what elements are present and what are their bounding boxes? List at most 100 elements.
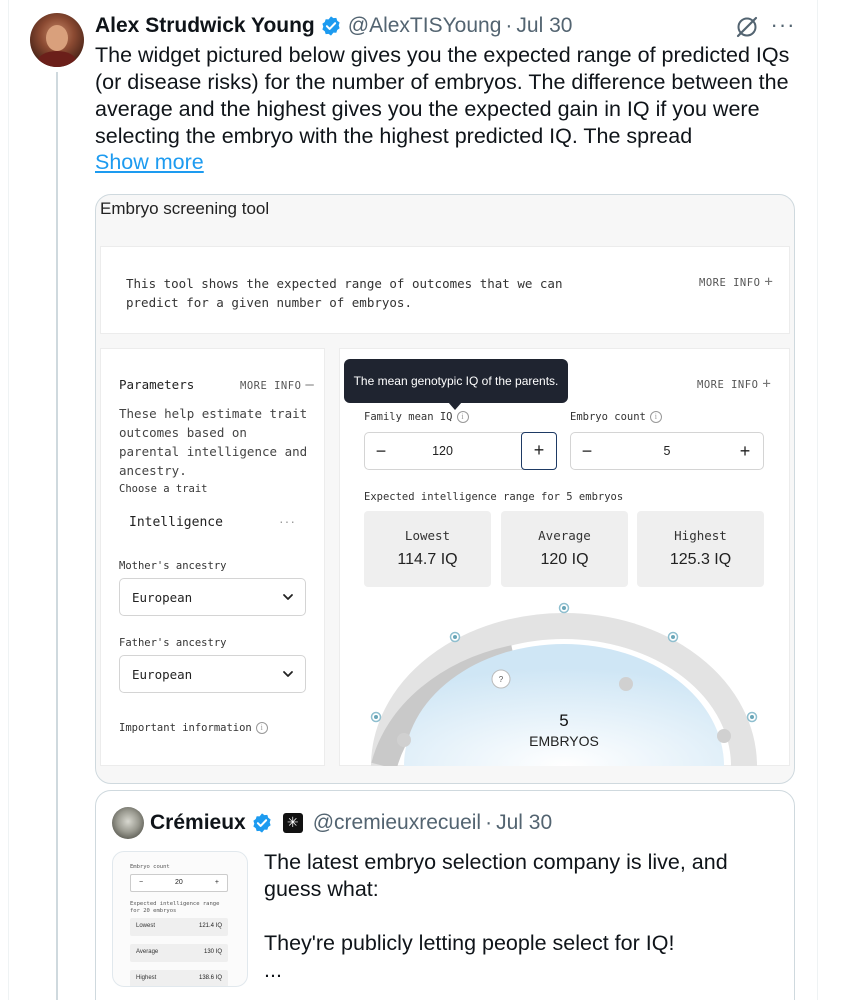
family-iq-tooltip: The mean genotypic IQ of the parents. [344, 359, 568, 403]
plus-icon: + [762, 376, 772, 392]
chevron-down-icon [283, 671, 293, 677]
avatar-face [46, 25, 68, 51]
important-information-label: Important information [119, 722, 252, 734]
stat-name: Average [538, 528, 591, 543]
handle[interactable]: @cremieuxrecueil [313, 811, 481, 835]
handle[interactable]: @AlexTISYoung [348, 14, 502, 38]
info-icon[interactable]: i [456, 411, 469, 423]
family-iq-label: Family mean IQ i [364, 411, 469, 423]
gauge-marker-dot [453, 635, 457, 639]
tweet-date[interactable]: Jul 30 [516, 14, 572, 38]
affiliation-badge-icon[interactable] [282, 813, 303, 833]
verified-badge-icon[interactable] [320, 15, 342, 37]
parameters-title: Parameters [119, 377, 195, 392]
more-info-label: MORE INFO [699, 277, 761, 289]
thumb-row-name: Lowest [136, 923, 156, 929]
thumb-row-name: Average [136, 949, 159, 955]
father-ancestry-select[interactable]: European [119, 655, 306, 693]
gauge-notch [619, 677, 633, 691]
thumb-row-lowest: Lowest 121.4 IQ [130, 918, 228, 936]
stat-average: Average 120 IQ [501, 511, 628, 587]
calculator-more-info[interactable]: MORE INFO + [697, 376, 771, 392]
thumb-row-name: Highest [136, 975, 157, 981]
quoted-tweet-header: Crémieux @cremieuxrecueil · Jul 30 [150, 809, 552, 837]
gauge-marker-dot [562, 606, 566, 610]
quoted-text-ellipsis: ... [264, 958, 282, 982]
gauge-unit: EMBRYOS [529, 733, 599, 749]
more-options-icon[interactable]: ··· [770, 14, 796, 40]
family-iq-label-text: Family mean IQ [364, 411, 453, 423]
tweet-date[interactable]: Jul 30 [496, 811, 552, 835]
info-icon[interactable]: i [649, 411, 662, 423]
widget-title: Embryo screening tool [100, 199, 270, 218]
quoted-text-line: They're publicly letting people select f… [264, 931, 675, 955]
more-info-label: MORE INFO [240, 380, 302, 392]
intro-text: This tool shows the expected range of ou… [126, 276, 563, 310]
separator-dot: · [485, 811, 493, 834]
thumb-count-label: Embryo count [130, 864, 170, 870]
thumb-row-average: Average 130 IQ [130, 944, 228, 962]
quoted-tweet-image[interactable]: Embryo count − 20 + Expected intelligenc… [112, 851, 248, 987]
mother-ancestry-value: European [132, 590, 193, 605]
stat-lowest: Lowest 114.7 IQ [364, 511, 491, 587]
verified-badge-icon[interactable] [251, 812, 273, 834]
parameters-description: These help estimate trait outcomes based… [119, 406, 308, 478]
embryo-count-label-text: Embryo count [570, 411, 646, 423]
trait-label: Choose a trait [119, 483, 208, 495]
family-iq-value[interactable]: 120 [365, 444, 520, 458]
embryo-count-stepper[interactable]: − 5 + [570, 432, 764, 470]
show-more-link[interactable]: Show more [95, 150, 204, 175]
father-ancestry-value: European [132, 667, 193, 682]
thumb-row-value: 130 IQ [203, 949, 222, 955]
thumb-range-label: Expected intelligence range for 20 embry… [130, 901, 220, 914]
thumb-row-value: 121.4 IQ [198, 923, 222, 929]
trait-options-icon[interactable]: ··· [279, 513, 296, 529]
avatar[interactable] [112, 807, 144, 839]
display-name[interactable]: Alex Strudwick Young [95, 14, 315, 38]
thumb-count: 20 [175, 879, 183, 886]
stat-name: Lowest [404, 528, 451, 543]
quoted-tweet-text: The latest embryo selection company is l… [264, 849, 784, 984]
trait-value[interactable]: Intelligence [129, 515, 223, 530]
intro-panel: This tool shows the expected range of ou… [100, 246, 790, 334]
plus-icon: + [764, 274, 774, 290]
embryo-count-label: Embryo count i [570, 411, 662, 423]
stat-value: 125.3 IQ [669, 551, 732, 568]
display-name[interactable]: Crémieux [150, 811, 246, 835]
gauge-count: 5 [559, 711, 569, 730]
thumb-row-value: 138.6 IQ [198, 975, 222, 981]
quoted-tweet[interactable]: Crémieux @cremieuxrecueil · Jul 30 Embry… [95, 790, 795, 1000]
avatar[interactable] [30, 13, 84, 67]
embryo-count-increment-button[interactable]: + [735, 441, 755, 461]
grok-icon[interactable] [734, 14, 760, 40]
thumb-stepper: − 20 + [130, 874, 228, 892]
tweet-text: The widget pictured below gives you the … [95, 43, 790, 148]
info-icon[interactable]: i [255, 722, 268, 734]
quoted-text-line: The latest embryo selection company is l… [264, 850, 728, 901]
gauge-marker-dot [671, 635, 675, 639]
parameters-more-info[interactable]: MORE INFO — [240, 377, 314, 393]
tooltip-pointer [448, 402, 462, 410]
mother-ancestry-select[interactable]: European [119, 578, 306, 616]
tweet-image[interactable]: Embryo screening tool This tool shows th… [95, 194, 795, 784]
father-ancestry-label: Father's ancestry [119, 637, 227, 649]
thumb-plus: + [214, 879, 219, 886]
chevron-down-icon [283, 594, 293, 600]
thumb-minus: − [139, 879, 144, 886]
stat-highest: Highest 125.3 IQ [637, 511, 764, 587]
intro-more-info[interactable]: MORE INFO + [699, 274, 773, 290]
separator-dot: · [505, 14, 513, 37]
more-info-label: MORE INFO [697, 379, 759, 391]
thread-connector-line [56, 72, 58, 1000]
minus-icon: — [305, 377, 315, 393]
parameters-panel: Parameters MORE INFO — These help estimat… [100, 348, 325, 766]
stat-value: 114.7 IQ [397, 551, 458, 568]
important-information[interactable]: Important information i [119, 722, 268, 734]
thumb-row-highest: Highest 138.6 IQ [130, 970, 228, 986]
family-iq-increment-button[interactable]: + [521, 432, 557, 470]
tweet-header: Alex Strudwick Young @AlexTISYoung · Jul… [95, 12, 572, 40]
gauge-handle-label: ? [499, 675, 504, 684]
range-label: Expected intelligence range for 5 embryo… [364, 491, 624, 503]
avatar-shirt [38, 51, 76, 67]
